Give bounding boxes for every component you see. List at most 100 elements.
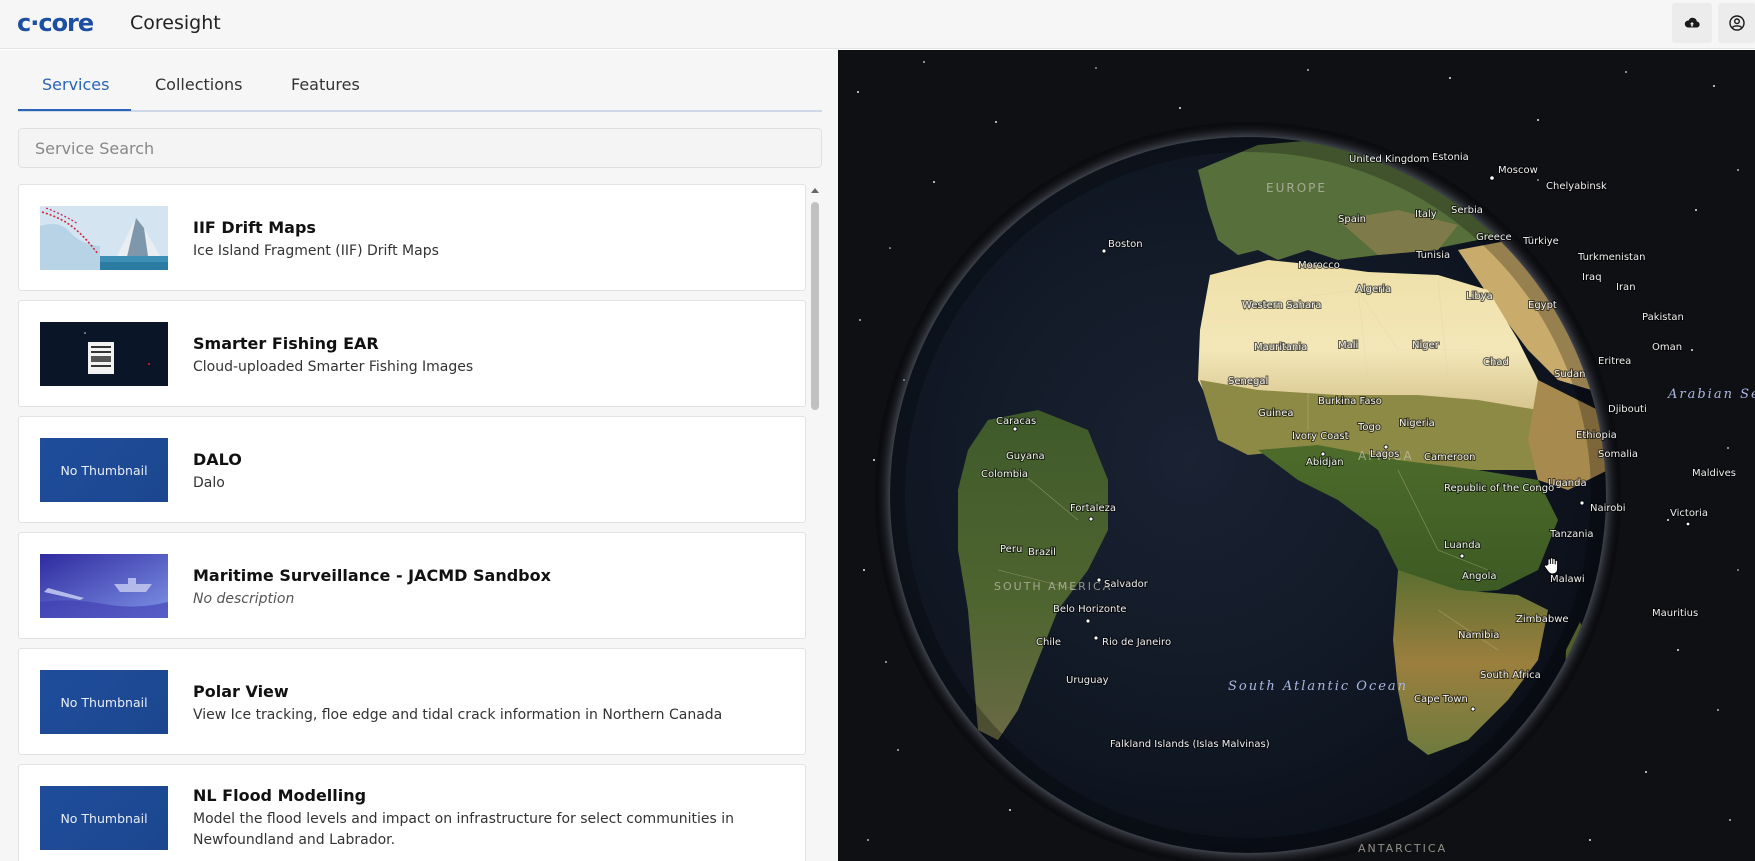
service-description: View Ice tracking, floe edge and tidal c… (193, 707, 723, 723)
map-label: Peru (1000, 544, 1022, 555)
map-label: Rio de Janeiro (1102, 637, 1171, 648)
service-title: Smarter Fishing EAR (193, 334, 379, 353)
map-label: Türkiye (1522, 236, 1559, 247)
map-label: Luanda (1444, 540, 1481, 551)
tab-features[interactable]: Features (291, 75, 360, 94)
service-description: Dalo (193, 475, 225, 491)
map-label: Boston (1108, 239, 1143, 250)
map-label: Spain (1338, 214, 1366, 225)
list-scrollbar[interactable] (808, 184, 822, 861)
map-label: Brazil (1028, 547, 1056, 558)
scroll-up-arrow-icon[interactable] (811, 188, 819, 193)
map-label: Senegal (1228, 376, 1268, 387)
map-label: Iran (1616, 282, 1636, 293)
globe-canvas[interactable]: EUROPE AFRICA SOUTH AMERICA ANTARCTICA A… (838, 50, 1755, 861)
map-label: Republic of the Congo (1444, 483, 1554, 494)
map-label: Guinea (1258, 408, 1293, 419)
map-label: Greece (1476, 232, 1512, 243)
map-label: Somalia (1598, 449, 1638, 460)
cloud-upload-icon (1684, 17, 1700, 28)
map-label: Mauritania (1254, 342, 1307, 353)
app-title: Coresight (130, 12, 221, 34)
map-label: Fortaleza (1070, 503, 1116, 514)
map-label: Guyana (1006, 451, 1045, 462)
map-label: Estonia (1432, 152, 1469, 163)
tab-collections[interactable]: Collections (155, 75, 242, 94)
map-label: Victoria (1670, 508, 1708, 519)
tab-services[interactable]: Services (42, 75, 109, 94)
service-card-nl-flood-modelling[interactable]: No Thumbnail NL Flood Modelling Model th… (18, 764, 806, 861)
no-thumbnail-placeholder: No Thumbnail (40, 438, 168, 502)
map-label: Sudan (1554, 369, 1586, 380)
map-label: Mali (1338, 340, 1358, 351)
map-label: Algeria (1356, 284, 1391, 295)
globe-map[interactable]: EUROPE AFRICA SOUTH AMERICA ANTARCTICA A… (838, 50, 1755, 861)
map-label: Cameroon (1424, 452, 1475, 463)
map-label: Serbia (1451, 205, 1483, 216)
no-thumbnail-placeholder: No Thumbnail (40, 786, 168, 850)
service-title: Maritime Surveillance - JACMD Sandbox (193, 566, 551, 585)
service-thumbnail (40, 206, 168, 270)
account-button[interactable] (1718, 3, 1755, 43)
map-label: Salvador (1104, 579, 1149, 590)
map-label: Abidjan (1306, 457, 1344, 468)
user-circle-icon (1728, 15, 1745, 31)
service-description: Model the flood levels and impact on inf… (193, 811, 734, 848)
map-label: Ethiopia (1576, 430, 1617, 441)
map-label: Chelyabinsk (1546, 181, 1607, 192)
region-label-europe: EUROPE (1266, 181, 1327, 195)
map-label: Tanzania (1549, 529, 1594, 540)
map-label: Belo Horizonte (1053, 604, 1126, 615)
map-label: Pakistan (1642, 312, 1684, 323)
map-label: Iraq (1582, 272, 1602, 283)
map-label: Libya (1466, 291, 1493, 302)
tab-bar: Services Collections Features (18, 50, 822, 112)
map-label: Namibia (1458, 630, 1499, 641)
service-title: Polar View (193, 682, 289, 701)
map-label: United Kingdom (1349, 154, 1429, 165)
service-card-polar-view[interactable]: No Thumbnail Polar View View Ice trackin… (18, 648, 806, 755)
service-card-smarter-fishing-ear[interactable]: Smarter Fishing EAR Cloud-uploaded Smart… (18, 300, 806, 407)
map-label: Nairobi (1590, 503, 1626, 514)
map-label: Morocco (1298, 260, 1340, 271)
service-search-input[interactable] (18, 128, 822, 168)
services-panel: Services Collections Features IIF Drift (0, 50, 838, 861)
ocean-label-south-atlantic: South Atlantic Ocean (1228, 679, 1408, 694)
scrollbar-thumb[interactable] (811, 202, 819, 410)
service-card-maritime-surveillance[interactable]: Maritime Surveillance - JACMD Sandbox No… (18, 532, 806, 639)
map-label: Burkina Faso (1318, 396, 1382, 407)
service-title: IIF Drift Maps (193, 218, 316, 237)
map-label: Zimbabwe (1516, 614, 1569, 625)
active-tab-indicator (18, 109, 131, 111)
service-thumbnail (40, 554, 168, 618)
map-label: Maldives (1692, 468, 1736, 479)
map-label: Moscow (1498, 165, 1538, 176)
map-label: Djibouti (1608, 404, 1647, 415)
no-thumbnail-placeholder: No Thumbnail (40, 670, 168, 734)
map-label: Eritrea (1598, 356, 1631, 367)
service-thumbnail (40, 322, 168, 386)
map-label: Egypt (1528, 300, 1557, 311)
service-description: Ice Island Fragment (IIF) Drift Maps (193, 243, 439, 259)
service-card-dalo[interactable]: No Thumbnail DALO Dalo (18, 416, 806, 523)
map-label: Togo (1357, 422, 1381, 433)
map-label: Italy (1415, 209, 1437, 220)
map-label: Oman (1652, 342, 1682, 353)
map-label: Angola (1462, 571, 1497, 582)
map-label: Niger (1412, 340, 1440, 351)
map-label: Nigeria (1399, 418, 1435, 429)
service-title: DALO (193, 450, 242, 469)
map-label: Western Sahara (1242, 300, 1321, 311)
top-bar: c·core Coresight (0, 0, 1755, 49)
upload-button[interactable] (1672, 3, 1712, 43)
region-label-antarctica: ANTARCTICA (1358, 842, 1447, 855)
ccore-logo[interactable]: c·core (17, 9, 94, 37)
map-label: Lagos (1370, 449, 1399, 460)
service-list: IIF Drift Maps Ice Island Fragment (IIF)… (18, 184, 806, 861)
service-card-iif-drift-maps[interactable]: IIF Drift Maps Ice Island Fragment (IIF)… (18, 184, 806, 291)
map-label: Turkmenistan (1577, 252, 1645, 263)
map-label: South Africa (1480, 670, 1541, 681)
map-label: Cape Town (1414, 694, 1468, 705)
map-label: Malawi (1550, 574, 1585, 585)
map-label: Tunisia (1415, 250, 1450, 261)
